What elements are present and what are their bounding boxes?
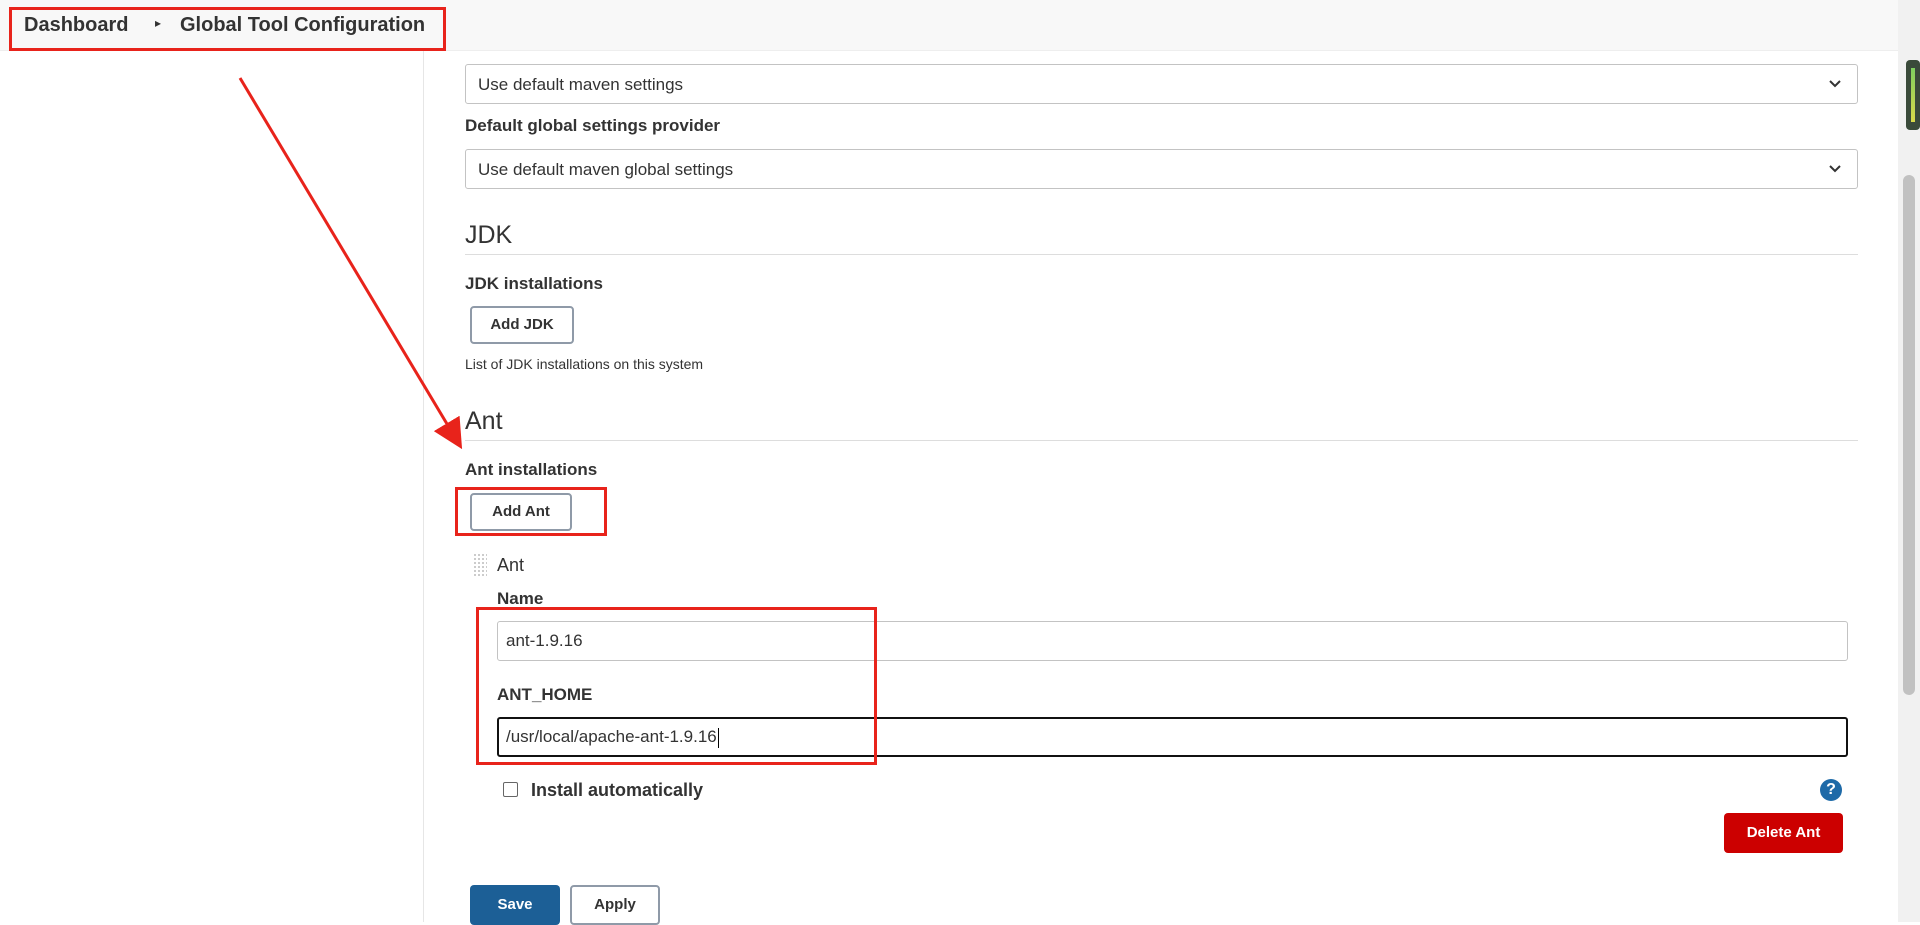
text-caret	[717, 727, 719, 748]
jdk-installations-hint: List of JDK installations on this system	[465, 356, 704, 372]
install-automatically-label[interactable]: Install automatically	[531, 780, 703, 801]
chevron-down-icon	[1829, 80, 1841, 88]
install-automatically-checkbox[interactable]	[503, 782, 518, 797]
ant-name-label: Name	[497, 589, 544, 608]
ant-installation-title: Ant	[497, 555, 525, 575]
breadcrumb-global-tool-configuration[interactable]: Global Tool Configuration	[180, 14, 425, 37]
ant-home-input[interactable]: /usr/local/apache-ant-1.9.16	[497, 717, 1848, 757]
annotation-arrow	[238, 77, 463, 450]
help-icon[interactable]: ?	[1820, 779, 1842, 801]
save-button[interactable]: Save	[470, 885, 560, 925]
scroll-indicator-widget	[1906, 60, 1920, 130]
breadcrumb-separator-icon: ▸	[155, 16, 162, 30]
maven-settings-provider-select[interactable]: Use default maven settings	[465, 64, 1858, 104]
maven-settings-provider-value: Use default maven settings	[478, 75, 684, 94]
global-settings-provider-label: Default global settings provider	[465, 116, 721, 135]
add-jdk-button[interactable]: Add JDK	[470, 306, 574, 344]
jdk-installations-label: JDK installations	[465, 274, 603, 293]
add-ant-button[interactable]: Add Ant	[470, 493, 572, 531]
jdk-section-title: JDK	[465, 221, 513, 249]
breadcrumb-dashboard-link[interactable]: Dashboard	[24, 14, 128, 37]
ant-home-label: ANT_HOME	[497, 685, 593, 704]
ant-home-value: /usr/local/apache-ant-1.9.16	[506, 727, 717, 746]
ant-section-divider	[465, 440, 1858, 441]
scrollbar-thumb[interactable]	[1903, 175, 1915, 695]
sidebar-divider	[423, 50, 424, 922]
jdk-section-divider	[465, 254, 1858, 255]
breadcrumb: Dashboard ▸ Global Tool Configuration	[0, 0, 1898, 51]
global-settings-provider-value: Use default maven global settings	[478, 160, 734, 179]
ant-section-title: Ant	[465, 407, 503, 435]
ant-installations-label: Ant installations	[465, 460, 598, 479]
chevron-down-icon	[1829, 165, 1841, 173]
apply-button[interactable]: Apply	[570, 885, 660, 925]
delete-ant-button[interactable]: Delete Ant	[1724, 813, 1843, 853]
ant-name-input[interactable]: ant-1.9.16	[497, 621, 1848, 661]
global-settings-provider-select[interactable]: Use default maven global settings	[465, 149, 1858, 189]
drag-handle-icon[interactable]	[473, 553, 487, 577]
ant-name-value: ant-1.9.16	[506, 631, 583, 650]
